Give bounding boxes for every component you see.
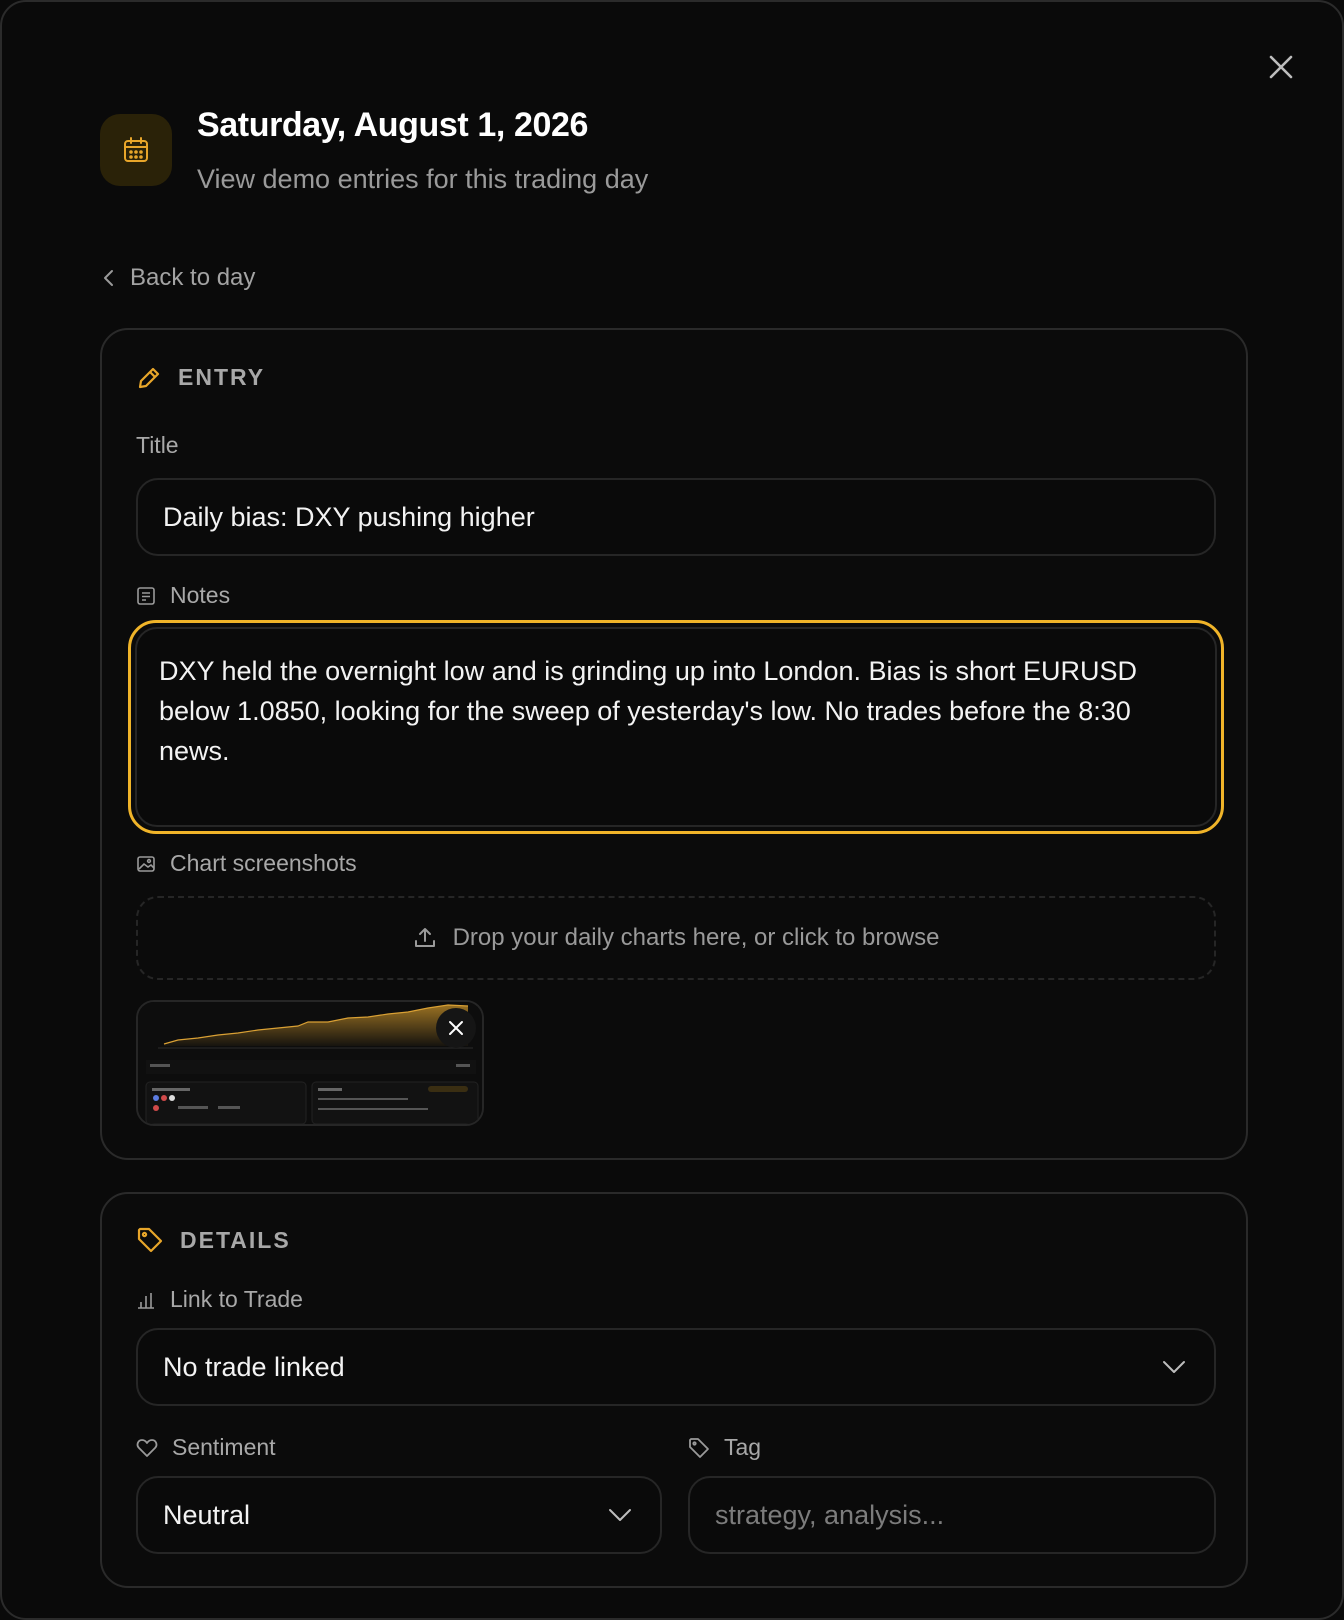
sentiment-select[interactable]: Neutral: [136, 1476, 662, 1554]
notes-label: Notes: [136, 582, 230, 609]
entry-card: ENTRY Title Daily bias: DXY pushing high…: [100, 328, 1248, 1160]
page-subtitle: View demo entries for this trading day: [197, 164, 649, 194]
entry-section-label: ENTRY: [178, 364, 266, 390]
title-input[interactable]: Daily bias: DXY pushing higher: [136, 478, 1216, 556]
chart-dropzone[interactable]: Drop your daily charts here, or click to…: [136, 896, 1216, 980]
upload-icon: [414, 928, 435, 947]
remove-screenshot-button[interactable]: [436, 1008, 476, 1048]
close-icon: [449, 1021, 463, 1035]
notes-label-text: Notes: [170, 582, 231, 608]
bar-chart-icon: [138, 1292, 154, 1309]
image-icon: [137, 855, 155, 872]
calendar-badge: [100, 114, 172, 186]
close-button[interactable]: [1264, 50, 1298, 84]
notes-icon: [137, 586, 155, 605]
chart-thumbnail-image: [138, 1002, 482, 1124]
link-to-trade-label-text: Link to Trade: [170, 1286, 303, 1312]
pencil-icon: [138, 367, 160, 388]
tag-input-placeholder: strategy, analysis...: [715, 1499, 945, 1530]
chart-screenshots-label: Chart screenshots: [136, 850, 357, 877]
calendar-icon: [124, 137, 148, 162]
details-section-header: DETAILS: [136, 1226, 291, 1254]
chevron-left-icon: [104, 270, 113, 286]
sentiment-label: Sentiment: [136, 1434, 276, 1461]
chart-thumbnail[interactable]: [136, 1000, 484, 1126]
notes-focus-ring: DXY held the overnight low and is grindi…: [128, 620, 1224, 834]
back-to-day-link[interactable]: Back to day: [102, 264, 255, 292]
link-to-trade-select[interactable]: No trade linked: [136, 1328, 1216, 1406]
details-section-label: DETAILS: [180, 1226, 291, 1253]
tag-label-text: Tag: [724, 1434, 762, 1460]
link-to-trade-label: Link to Trade: [136, 1286, 303, 1313]
sentiment-label-text: Sentiment: [172, 1434, 276, 1460]
chevron-down-icon: [609, 1509, 631, 1521]
chevron-down-icon: [1163, 1361, 1185, 1373]
tag-icon: [137, 1227, 163, 1253]
title-input-value: Daily bias: DXY pushing higher: [163, 501, 535, 532]
tag-label: Tag: [688, 1434, 761, 1461]
back-link-label: Back to day: [130, 264, 256, 291]
title-label: Title: [136, 432, 179, 459]
entry-section-header: ENTRY: [136, 364, 265, 391]
chart-screenshots-label-text: Chart screenshots: [170, 850, 357, 876]
tag-icon: [689, 1437, 709, 1458]
tag-input[interactable]: strategy, analysis...: [688, 1476, 1216, 1554]
sentiment-value: Neutral: [163, 1499, 251, 1530]
heart-icon: [136, 1438, 158, 1457]
link-to-trade-value: No trade linked: [163, 1351, 345, 1382]
notes-textarea[interactable]: DXY held the overnight low and is grindi…: [135, 627, 1217, 827]
close-icon: [1269, 55, 1293, 79]
details-card: DETAILS Link to Trade No trade linked Se…: [100, 1192, 1248, 1588]
page-title: Saturday, August 1, 2026: [197, 106, 588, 144]
dropzone-text: Drop your daily charts here, or click to…: [452, 924, 940, 951]
entry-modal: Saturday, August 1, 2026 View demo entri…: [0, 0, 1344, 1620]
title-label-text: Title: [136, 432, 179, 458]
